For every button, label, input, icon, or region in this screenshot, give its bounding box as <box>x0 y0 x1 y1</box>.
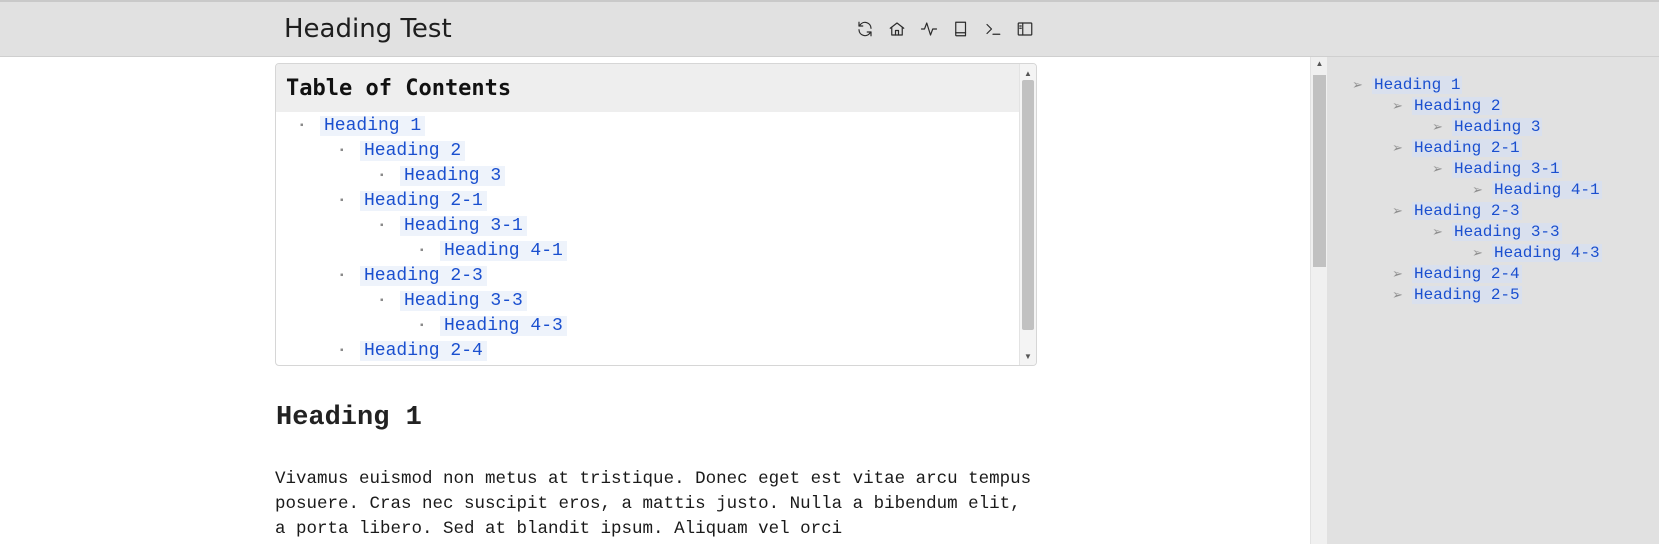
toc-title: Table of Contents <box>276 64 1036 112</box>
outline-item: ➢ Heading 2-3 <box>1392 200 1522 221</box>
outline-item: ➢ Heading 2-1 <box>1392 137 1522 158</box>
activity-button[interactable] <box>920 20 938 38</box>
outline-link-heading-3-1[interactable]: Heading 3-1 <box>1452 159 1562 178</box>
sidebar-toggle-button[interactable] <box>1016 20 1034 38</box>
toc-item: ▪ Heading 2-1 <box>340 188 487 213</box>
toc-item: ▪ Heading 2-3 <box>340 263 487 288</box>
top-bar: Heading Test <box>0 0 1659 57</box>
outline-item: ➢ Heading 4-3 <box>1472 242 1602 263</box>
toc-link-heading-4-3[interactable]: Heading 4-3 <box>440 315 567 336</box>
outline-link-heading-2-5[interactable]: Heading 2-5 <box>1412 285 1522 304</box>
arrow-right-icon: ➢ <box>1392 202 1403 218</box>
toc-list: ▪ Heading 1 ▪ Heading 2 ▪ Heading 3 ▪ Headin… <box>276 112 1020 365</box>
toc-scrollbar[interactable]: ▲ ▼ <box>1019 64 1036 365</box>
arrow-right-icon: ➢ <box>1432 223 1443 239</box>
outline-link-heading-1[interactable]: Heading 1 <box>1372 75 1463 94</box>
bullet-icon: ▪ <box>340 195 344 206</box>
outline-link-heading-4-1[interactable]: Heading 4-1 <box>1492 180 1602 199</box>
outline-item: ➢ Heading 4-1 <box>1472 179 1602 200</box>
book-icon <box>955 21 967 37</box>
toc-item: ▪ Heading 2 <box>340 138 466 163</box>
terminal-button[interactable] <box>984 20 1002 38</box>
table-of-contents: Table of Contents ▪ Heading 1 ▪ Heading 2 … <box>275 63 1037 366</box>
home-button[interactable] <box>888 20 906 38</box>
toc-link-heading-3-3[interactable]: Heading 3-3 <box>400 290 527 311</box>
toc-item: ▪ Heading 3-1 <box>380 213 527 238</box>
toc-link-heading-2-1[interactable]: Heading 2-1 <box>360 190 487 211</box>
toc-scroll-thumb[interactable] <box>1022 80 1034 330</box>
toc-item: ▪ Heading 1 <box>300 113 426 138</box>
bullet-icon: ▪ <box>340 270 344 281</box>
bullet-icon: ▪ <box>380 170 384 181</box>
arrow-right-icon: ➢ <box>1392 286 1403 302</box>
toolbar <box>856 20 1034 38</box>
bullet-icon: ▪ <box>420 245 424 256</box>
arrow-right-icon: ➢ <box>1392 265 1403 281</box>
arrow-right-icon: ➢ <box>1392 97 1403 113</box>
scroll-up-icon[interactable]: ▲ <box>1311 59 1328 71</box>
bullet-icon: ▪ <box>420 320 424 331</box>
outline-item: ➢ Heading 2-4 <box>1392 263 1522 284</box>
arrow-right-icon: ➢ <box>1432 160 1443 176</box>
outline-sidebar: ➢ Heading 1 ➢ Heading 2 ➢ Heading 3 ➢ Headin… <box>1327 57 1659 544</box>
main-scrollbar[interactable]: ▲ <box>1310 57 1328 544</box>
outline-item: ➢ Heading 3-1 <box>1432 158 1562 179</box>
toc-link-heading-1[interactable]: Heading 1 <box>320 115 426 136</box>
outline-link-heading-2-3[interactable]: Heading 2-3 <box>1412 201 1522 220</box>
toc-link-heading-2-3[interactable]: Heading 2-3 <box>360 265 487 286</box>
toc-link-heading-3[interactable]: Heading 3 <box>400 165 506 186</box>
outline-item: ➢ Heading 1 <box>1352 74 1463 95</box>
outline-item: ➢ Heading 3 <box>1432 116 1543 137</box>
book-button[interactable] <box>952 20 970 38</box>
toc-item: ▪ Heading 3 <box>380 163 506 188</box>
main-content: Table of Contents ▪ Heading 1 ▪ Heading 2 … <box>0 57 1310 544</box>
arrow-right-icon: ➢ <box>1472 181 1483 197</box>
section-heading: Heading 1 <box>276 403 422 433</box>
arrow-right-icon: ➢ <box>1472 244 1483 260</box>
outline-link-heading-3[interactable]: Heading 3 <box>1452 117 1543 136</box>
arrow-right-icon: ➢ <box>1432 118 1443 134</box>
outline-item: ➢ Heading 2 <box>1392 95 1503 116</box>
toc-link-heading-3-1[interactable]: Heading 3-1 <box>400 215 527 236</box>
bullet-icon: ▪ <box>300 120 304 131</box>
outline-link-heading-2-1[interactable]: Heading 2-1 <box>1412 138 1522 157</box>
activity-icon <box>920 22 938 36</box>
toc-link-heading-2-4[interactable]: Heading 2-4 <box>360 340 487 361</box>
toc-item: ▪ Heading 2-4 <box>340 338 487 363</box>
bullet-icon: ▪ <box>340 145 344 156</box>
outline-item: ➢ Heading 2-5 <box>1392 284 1522 305</box>
home-icon <box>889 22 905 36</box>
outline-link-heading-3-3[interactable]: Heading 3-3 <box>1452 222 1562 241</box>
sidebar-toggle-icon <box>1017 22 1033 36</box>
bullet-icon: ▪ <box>380 295 384 306</box>
arrow-right-icon: ➢ <box>1392 139 1403 155</box>
arrow-right-icon: ➢ <box>1352 76 1363 92</box>
outline-item: ➢ Heading 3-3 <box>1432 221 1562 242</box>
toc-link-heading-2[interactable]: Heading 2 <box>360 140 466 161</box>
toc-item: ▪ Heading 4-1 <box>420 238 567 263</box>
refresh-icon <box>858 21 872 37</box>
page-title: Heading Test <box>284 14 452 44</box>
toc-item: ▪ Heading 3-3 <box>380 288 527 313</box>
outline-link-heading-2-4[interactable]: Heading 2-4 <box>1412 264 1522 283</box>
body-paragraph: Vivamus euismod non metus at tristique. … <box>275 469 1032 539</box>
bullet-icon: ▪ <box>380 220 384 231</box>
refresh-button[interactable] <box>856 20 874 38</box>
outline-link-heading-4-3[interactable]: Heading 4-3 <box>1492 243 1602 262</box>
toc-link-heading-4-1[interactable]: Heading 4-1 <box>440 240 567 261</box>
outline-link-heading-2[interactable]: Heading 2 <box>1412 96 1503 115</box>
bullet-icon: ▪ <box>340 345 344 356</box>
terminal-icon <box>986 23 1001 35</box>
scroll-up-icon[interactable]: ▲ <box>1020 66 1036 80</box>
scroll-down-icon[interactable]: ▼ <box>1020 349 1036 363</box>
main-scroll-thumb[interactable] <box>1313 75 1326 267</box>
toc-item: ▪ Heading 4-3 <box>420 313 567 338</box>
